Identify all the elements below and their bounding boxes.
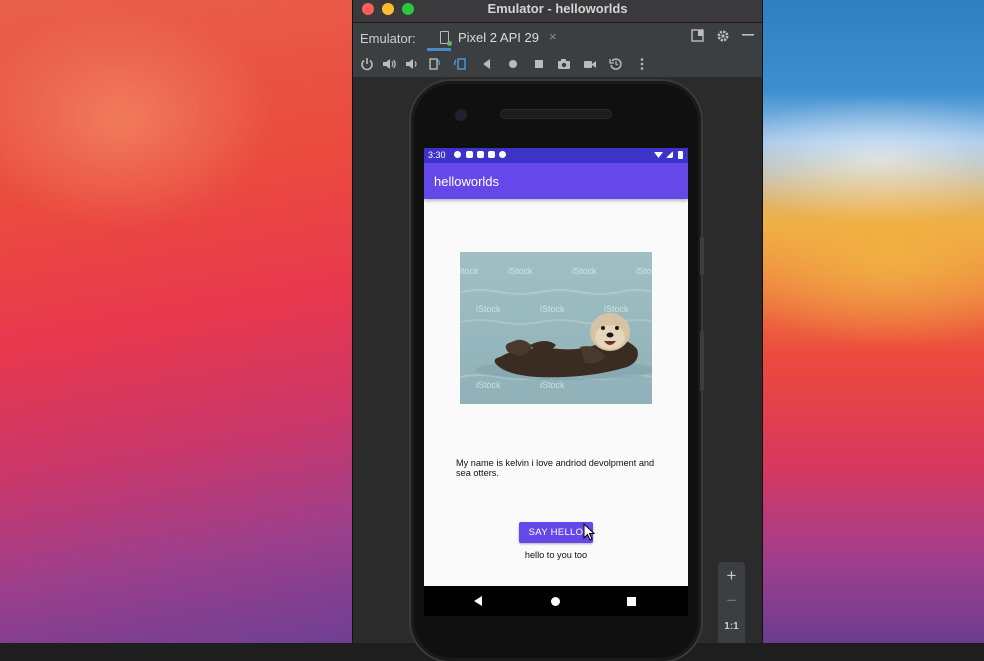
phone-icon xyxy=(440,31,452,46)
sync-icon xyxy=(499,151,506,158)
watermark-text: iStock xyxy=(540,380,565,390)
app-bar: helloworlds xyxy=(424,163,688,199)
emulator-label: Emulator: xyxy=(360,31,416,46)
nav-home-icon[interactable] xyxy=(551,597,560,606)
volume-up-icon[interactable] xyxy=(382,57,396,71)
watermark-text: iStock xyxy=(508,266,533,276)
gear-icon[interactable] xyxy=(716,29,730,45)
screen-record-icon[interactable] xyxy=(583,57,597,71)
more-icon[interactable] xyxy=(635,57,649,71)
actual-size-button[interactable]: 1:1 xyxy=(718,621,745,632)
android-status-bar: 3:30 xyxy=(424,148,688,163)
phone-volume-button[interactable] xyxy=(700,331,704,391)
title-bar: Emulator - helloworlds xyxy=(353,0,762,23)
window-title: Emulator - helloworlds xyxy=(487,1,628,16)
mouse-cursor-icon xyxy=(583,523,595,541)
signal-icon xyxy=(666,151,673,158)
nav-recents-icon[interactable] xyxy=(627,597,636,606)
watermark-text: iStock xyxy=(460,266,479,276)
rotate-left-icon[interactable] xyxy=(427,57,441,71)
tab-pixel-2-api-29[interactable]: Pixel 2 API 29 × xyxy=(427,23,557,51)
close-icon[interactable]: × xyxy=(549,29,557,44)
wifi-icon xyxy=(654,152,663,158)
front-camera xyxy=(457,111,465,119)
bio-text: My name is kelvin i love andriod devolpm… xyxy=(456,458,655,478)
emulator-window: Emulator - helloworlds Emulator: Pixel 2… xyxy=(352,0,763,661)
phone-power-button[interactable] xyxy=(700,237,704,275)
storage-icon xyxy=(477,151,484,158)
say-hello-button[interactable]: SAY HELLO xyxy=(519,522,593,543)
device-screen[interactable]: 3:30 helloworlds tock iStock iStock iSto… xyxy=(424,148,688,616)
power-icon[interactable] xyxy=(360,57,374,71)
home-icon[interactable] xyxy=(506,57,520,71)
battery-icon xyxy=(678,151,683,159)
zoom-controls: + − 1:1 xyxy=(718,562,745,643)
watermark-text: iStock xyxy=(604,304,629,314)
zoom-in-button[interactable]: + xyxy=(718,566,745,586)
rotate-right-icon[interactable] xyxy=(453,57,467,71)
watermark-text: iStock xyxy=(636,266,652,276)
device-tab-label: Pixel 2 API 29 xyxy=(458,30,539,45)
watermark-text: iStock xyxy=(476,380,501,390)
screenshot-icon[interactable] xyxy=(557,57,571,71)
back-icon[interactable] xyxy=(480,57,494,71)
reply-text: hello to you too xyxy=(524,550,588,560)
tab-bar: Emulator: Pixel 2 API 29 × xyxy=(353,23,762,51)
watermark-text: iStock xyxy=(540,304,565,314)
watermark-text: iStock xyxy=(476,304,501,314)
snapshot-icon[interactable] xyxy=(609,57,623,71)
overview-icon[interactable] xyxy=(532,57,546,71)
settings-icon xyxy=(454,151,461,158)
minimize-panel-icon[interactable] xyxy=(742,29,754,43)
app-title: helloworlds xyxy=(434,174,500,189)
layout-icon[interactable] xyxy=(691,29,704,44)
nav-back-icon[interactable] xyxy=(474,596,482,606)
emulator-toolbar xyxy=(353,51,762,78)
notification-icon xyxy=(488,151,495,158)
android-nav-bar xyxy=(424,586,688,616)
shield-icon xyxy=(466,151,473,158)
volume-down-icon[interactable] xyxy=(404,57,418,71)
zoom-out-button[interactable]: − xyxy=(718,591,745,611)
sea-otter-image: iStock iStock iStock iStock iStock iStoc… xyxy=(460,252,652,404)
desktop-wallpaper-left xyxy=(0,0,352,643)
status-time: 3:30 xyxy=(428,150,446,160)
watermark-text: iStock xyxy=(572,266,597,276)
phone-speaker xyxy=(501,110,611,118)
